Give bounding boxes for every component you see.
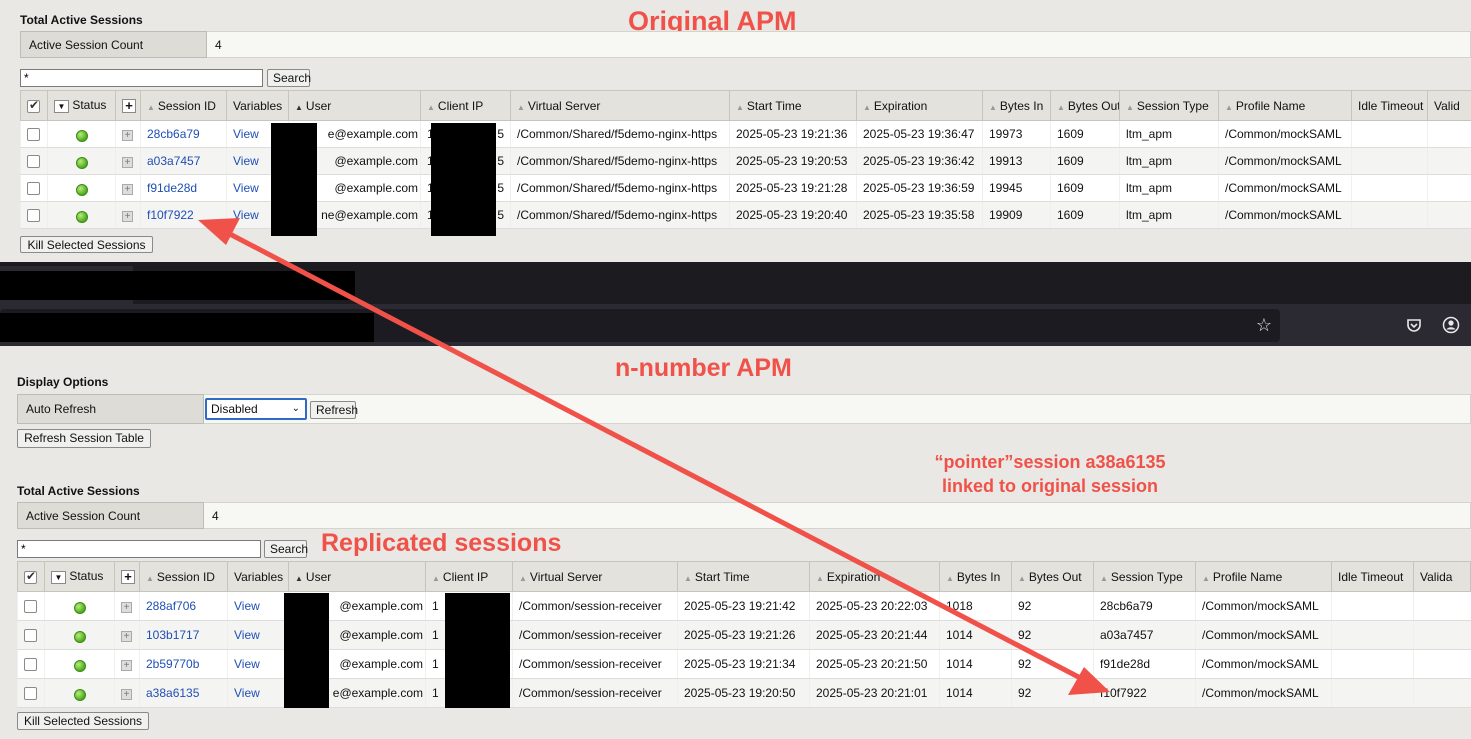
annotation-arrow bbox=[198, 218, 1110, 695]
arrowhead-start-icon bbox=[198, 218, 240, 245]
arrowhead-end-icon bbox=[1068, 667, 1110, 695]
annotation-arrow-line bbox=[224, 229, 1092, 686]
